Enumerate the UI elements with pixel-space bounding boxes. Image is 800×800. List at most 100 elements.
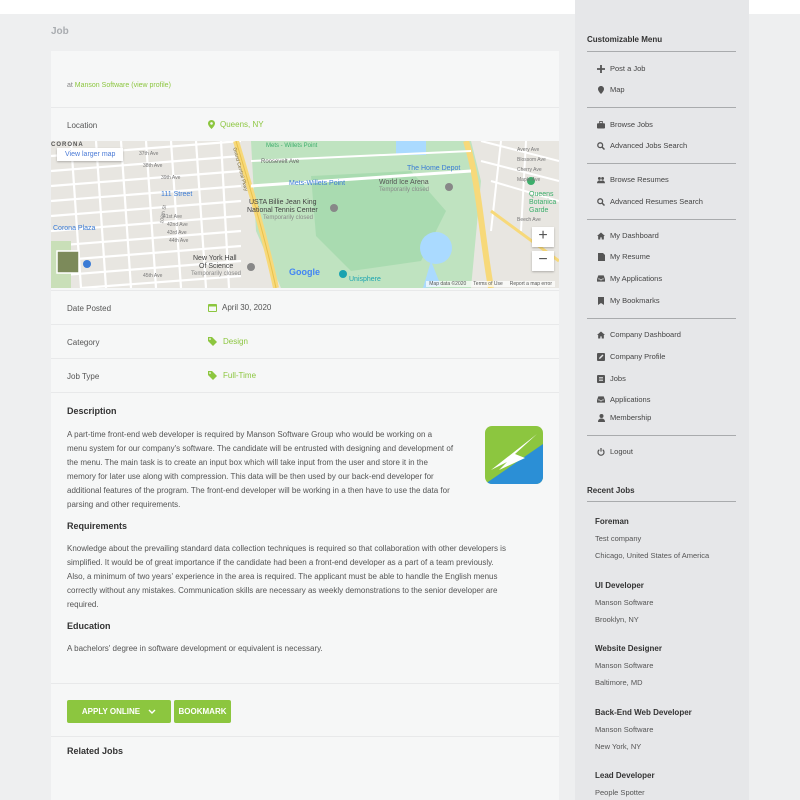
- recent-job-title[interactable]: Back-End Web Developer: [595, 708, 692, 717]
- education-title: Education: [67, 621, 111, 631]
- terms-link[interactable]: Terms of Use: [473, 281, 502, 287]
- zoom-out-button[interactable]: −: [532, 251, 554, 271]
- divider: [51, 290, 559, 291]
- recent-job-title[interactable]: Lead Developer: [595, 771, 655, 780]
- divider: [51, 736, 559, 737]
- map-label: Roosevelt Ave: [261, 159, 300, 165]
- map-label: 37th Ave: [139, 151, 159, 157]
- job-card: at Manson Software (view profile) Locati…: [51, 51, 559, 800]
- google-logo: Google: [289, 267, 320, 277]
- sidebar-item-jobs[interactable]: Jobs: [597, 374, 626, 383]
- recent-job-title[interactable]: Foreman: [595, 517, 629, 526]
- requirements-text: Knowledge about the prevailing standard …: [67, 544, 506, 609]
- sidebar-item-logout[interactable]: Logout: [597, 447, 633, 456]
- sidebar-item-company-profile[interactable]: Company Profile: [597, 352, 665, 361]
- map-pin-icon: [597, 85, 605, 94]
- map-label: Mets - Willets Point: [266, 143, 318, 149]
- apply-online-button[interactable]: APPLY ONLINE: [67, 700, 171, 723]
- sidebar-item-company-dashboard[interactable]: Company Dashboard: [597, 330, 681, 339]
- company-link[interactable]: Manson Software: [75, 82, 129, 89]
- sidebar-item-post-job[interactable]: Post a Job: [597, 64, 645, 73]
- sidebar-divider: [587, 435, 736, 436]
- divider: [51, 324, 559, 325]
- at-prefix: at: [67, 82, 75, 89]
- users-icon: [597, 176, 605, 184]
- map-label: USTA Billie Jean King: [249, 199, 317, 206]
- divider: [51, 358, 559, 359]
- map-label: 38th Ave: [143, 163, 163, 169]
- recent-job-company: Manson Software: [595, 661, 654, 670]
- view-profile-link[interactable]: (view profile): [131, 82, 171, 89]
- map-label: Temporarily closed: [191, 271, 242, 277]
- sidebar-item-advanced-resumes-search[interactable]: Advanced Resumes Search: [597, 197, 703, 206]
- sidebar-divider: [587, 163, 736, 164]
- divider: [51, 392, 559, 393]
- requirements-title: Requirements: [67, 521, 128, 531]
- sidebar-item-membership[interactable]: Membership: [597, 413, 651, 422]
- location-map[interactable]: View larger map CORONA Corona Plaza 111 …: [51, 141, 559, 288]
- sidebar-item-applications[interactable]: Applications: [597, 395, 650, 404]
- report-error-link[interactable]: Report a map error: [510, 281, 552, 287]
- sidebar-item-my-resume[interactable]: My Resume: [597, 252, 650, 261]
- top-bar-right: [575, 0, 749, 14]
- date-posted-value: April 30, 2020: [208, 303, 271, 312]
- sidebar-divider: [587, 318, 736, 319]
- map-label: New York Hall: [193, 255, 237, 262]
- recent-job-location: Chicago, United States of America: [595, 551, 710, 560]
- map-label: Blossom Ave: [517, 157, 546, 163]
- bookmark-icon: [597, 296, 605, 305]
- sidebar-item-browse-resumes[interactable]: Browse Resumes: [597, 175, 669, 184]
- recent-job-company: Manson Software: [595, 725, 654, 734]
- map-label: Temporarily closed: [263, 215, 314, 221]
- map-label: 44th Ave: [169, 238, 189, 244]
- chevron-down-icon: [148, 709, 156, 714]
- zoom-in-button[interactable]: +: [532, 227, 554, 247]
- inbox-icon: [597, 396, 605, 404]
- user-icon: [597, 413, 605, 422]
- education-text: A bachelors' degree in software developm…: [67, 644, 323, 653]
- map-label: Unisphere: [349, 276, 381, 283]
- bookmark-button[interactable]: BOOKMARK: [174, 700, 231, 723]
- recent-job-location: Brooklyn, NY: [595, 615, 639, 624]
- search-icon: [597, 197, 605, 206]
- job-company-line: at Manson Software (view profile): [67, 82, 171, 89]
- sidebar-divider: [587, 501, 736, 502]
- sidebar-item-map[interactable]: Map: [597, 85, 625, 94]
- sidebar-item-advanced-jobs-search[interactable]: Advanced Jobs Search: [597, 141, 687, 150]
- calendar-icon: [208, 304, 217, 312]
- list-icon: [597, 374, 605, 383]
- location-value[interactable]: Queens, NY: [208, 120, 264, 129]
- map-label: 45th Ave: [143, 273, 163, 279]
- recent-job-company: People Spotter: [595, 788, 645, 797]
- tags-icon: [208, 371, 217, 380]
- sidebar-item-my-applications[interactable]: My Applications: [597, 274, 662, 283]
- map-label: Corona Plaza: [53, 225, 96, 232]
- sidebar-divider: [587, 51, 736, 52]
- map-label: World Ice Arena: [379, 179, 429, 186]
- related-jobs-title: Related Jobs: [67, 746, 124, 756]
- category-value[interactable]: Design: [208, 337, 248, 346]
- inbox-icon: [597, 275, 605, 283]
- company-logo: [485, 426, 543, 484]
- sidebar-item-my-dashboard[interactable]: My Dashboard: [597, 231, 659, 240]
- map-marker-icon: [208, 120, 215, 129]
- map-label: CORONA: [51, 142, 84, 148]
- recent-job-title[interactable]: Website Designer: [595, 644, 662, 653]
- job-type-label: Job Type: [67, 372, 100, 381]
- map-label: 43rd Ave: [167, 230, 187, 236]
- divider: [51, 683, 559, 684]
- briefcase-icon: [597, 120, 605, 129]
- recent-job-location: New York, NY: [595, 742, 642, 751]
- job-type-value[interactable]: Full-Time: [208, 371, 256, 380]
- map-label: Avery Ave: [517, 147, 540, 153]
- map-label: Temporarily closed: [379, 187, 430, 193]
- search-icon: [597, 141, 605, 150]
- recent-job-title[interactable]: UI Developer: [595, 581, 644, 590]
- map-label: Beech Ave: [517, 217, 541, 223]
- view-larger-map-link[interactable]: View larger map: [57, 148, 124, 161]
- sidebar-item-my-bookmarks[interactable]: My Bookmarks: [597, 296, 660, 305]
- map-label: Maple Ave: [517, 177, 541, 183]
- sidebar-item-browse-jobs[interactable]: Browse Jobs: [597, 120, 653, 129]
- date-posted-label: Date Posted: [67, 304, 112, 313]
- file-icon: [597, 252, 605, 261]
